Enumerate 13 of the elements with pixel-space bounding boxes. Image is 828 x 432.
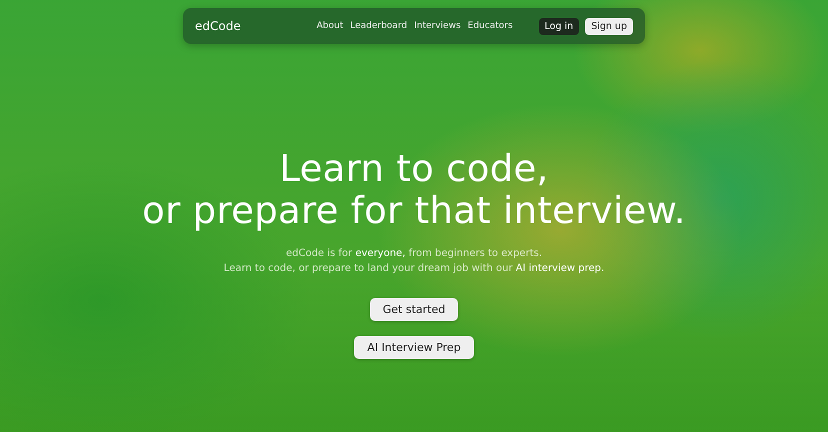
hero-subtitle: Learn to code, or prepare to land your dream job with our AI interview prep. — [224, 262, 604, 276]
hero-title: Learn to code, — [278, 148, 550, 190]
nav-link[interactable]: Interviews — [414, 21, 461, 31]
nav-link[interactable]: Educators — [468, 21, 513, 31]
logo[interactable]: edCode — [195, 19, 241, 33]
nav-link[interactable]: Leaderboard — [350, 21, 408, 31]
nav-link[interactable]: About — [316, 21, 344, 31]
hero-subtitle: edCode is for everyone, from beginners to experts. — [284, 247, 544, 261]
hero-title: or prepare for that interview. — [142, 190, 686, 232]
interview-prep-button[interactable]: AI Interview Prep — [354, 336, 474, 359]
signup-button[interactable]: Sign up — [585, 18, 633, 34]
get-started-button[interactable]: Get started — [370, 298, 458, 321]
login-button[interactable]: Log in — [538, 18, 580, 34]
